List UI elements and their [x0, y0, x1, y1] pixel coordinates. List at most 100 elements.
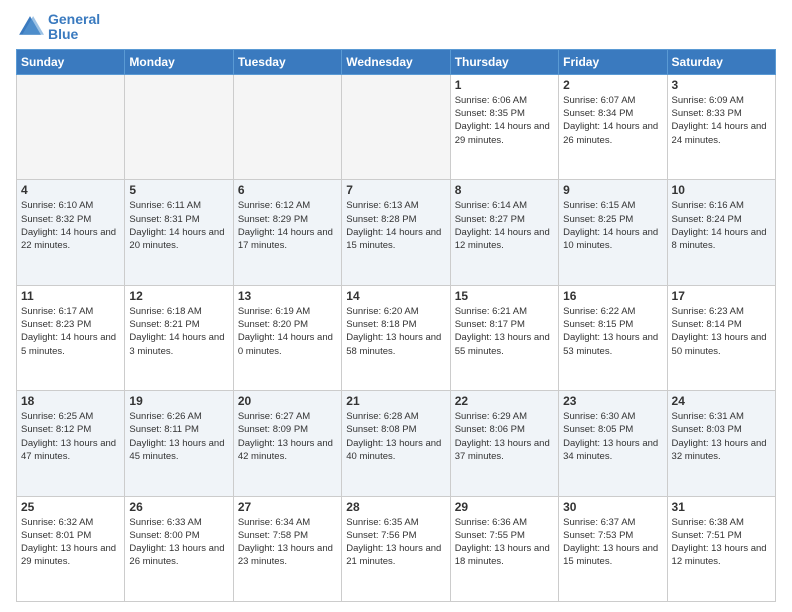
day-info: Sunrise: 6:12 AMSunset: 8:29 PMDaylight:… — [238, 199, 337, 252]
calendar-cell: 8Sunrise: 6:14 AMSunset: 8:27 PMDaylight… — [450, 180, 558, 285]
day-number: 18 — [21, 394, 120, 408]
day-info: Sunrise: 6:38 AMSunset: 7:51 PMDaylight:… — [672, 516, 771, 569]
day-number: 9 — [563, 183, 662, 197]
calendar-cell: 16Sunrise: 6:22 AMSunset: 8:15 PMDayligh… — [559, 285, 667, 390]
calendar-row: 18 Sunrise: 6:25 AMSunset: 8:12 PMDayligh… — [17, 391, 776, 496]
day-number: 7 — [346, 183, 445, 197]
calendar-cell: 30 Sunrise: 6:37 AMSunset: 7:53 PMDayligh… — [559, 496, 667, 601]
calendar-cell: 11Sunrise: 6:17 AMSunset: 8:23 PMDayligh… — [17, 285, 125, 390]
calendar-cell: 20 Sunrise: 6:27 AMSunset: 8:09 PMDayligh… — [233, 391, 341, 496]
day-number: 31 — [672, 500, 771, 514]
day-info: Sunrise: 6:26 AMSunset: 8:11 PMDaylight:… — [129, 410, 228, 463]
weekday-header: Monday — [125, 49, 233, 74]
weekday-header: Saturday — [667, 49, 775, 74]
day-info: Sunrise: 6:28 AMSunset: 8:08 PMDaylight:… — [346, 410, 445, 463]
day-info: Sunrise: 6:16 AMSunset: 8:24 PMDaylight:… — [672, 199, 771, 252]
weekday-header: Wednesday — [342, 49, 450, 74]
calendar-cell: 15 Sunrise: 6:21 AMSunset: 8:17 PMDayligh… — [450, 285, 558, 390]
day-info: Sunrise: 6:22 AMSunset: 8:15 PMDaylight:… — [563, 305, 662, 358]
weekday-header: Tuesday — [233, 49, 341, 74]
calendar-cell: 31 Sunrise: 6:38 AMSunset: 7:51 PMDayligh… — [667, 496, 775, 601]
page: General Blue SundayMondayTuesdayWednesda… — [0, 0, 792, 612]
calendar-cell: 14 Sunrise: 6:20 AMSunset: 8:18 PMDayligh… — [342, 285, 450, 390]
day-number: 19 — [129, 394, 228, 408]
logo-text: General Blue — [48, 12, 100, 43]
day-number: 4 — [21, 183, 120, 197]
calendar-cell: 25Sunrise: 6:32 AMSunset: 8:01 PMDayligh… — [17, 496, 125, 601]
day-number: 24 — [672, 394, 771, 408]
calendar-row: 4Sunrise: 6:10 AMSunset: 8:32 PMDaylight… — [17, 180, 776, 285]
day-info: Sunrise: 6:20 AMSunset: 8:18 PMDaylight:… — [346, 305, 445, 358]
day-number: 28 — [346, 500, 445, 514]
calendar-cell: 24Sunrise: 6:31 AMSunset: 8:03 PMDayligh… — [667, 391, 775, 496]
day-number: 30 — [563, 500, 662, 514]
day-info: Sunrise: 6:36 AMSunset: 7:55 PMDaylight:… — [455, 516, 554, 569]
calendar-cell: 6Sunrise: 6:12 AMSunset: 8:29 PMDaylight… — [233, 180, 341, 285]
day-info: Sunrise: 6:11 AMSunset: 8:31 PMDaylight:… — [129, 199, 228, 252]
day-info: Sunrise: 6:25 AMSunset: 8:12 PMDaylight:… — [21, 410, 120, 463]
calendar-cell: 22 Sunrise: 6:29 AMSunset: 8:06 PMDayligh… — [450, 391, 558, 496]
day-number: 10 — [672, 183, 771, 197]
day-info: Sunrise: 6:30 AMSunset: 8:05 PMDaylight:… — [563, 410, 662, 463]
day-info: Sunrise: 6:32 AMSunset: 8:01 PMDaylight:… — [21, 516, 120, 569]
day-number: 27 — [238, 500, 337, 514]
day-info: Sunrise: 6:09 AMSunset: 8:33 PMDaylight:… — [672, 94, 771, 147]
day-info: Sunrise: 6:18 AMSunset: 8:21 PMDaylight:… — [129, 305, 228, 358]
header: General Blue — [16, 12, 776, 43]
calendar-cell — [233, 74, 341, 179]
calendar-cell: 7 Sunrise: 6:13 AMSunset: 8:28 PMDaylight… — [342, 180, 450, 285]
day-info: Sunrise: 6:33 AMSunset: 8:00 PMDaylight:… — [129, 516, 228, 569]
day-info: Sunrise: 6:34 AMSunset: 7:58 PMDaylight:… — [238, 516, 337, 569]
calendar-header-row: SundayMondayTuesdayWednesdayThursdayFrid… — [17, 49, 776, 74]
day-info: Sunrise: 6:27 AMSunset: 8:09 PMDaylight:… — [238, 410, 337, 463]
day-number: 17 — [672, 289, 771, 303]
calendar-cell: 23 Sunrise: 6:30 AMSunset: 8:05 PMDayligh… — [559, 391, 667, 496]
day-number: 26 — [129, 500, 228, 514]
calendar-cell: 2 Sunrise: 6:07 AMSunset: 8:34 PMDaylight… — [559, 74, 667, 179]
day-info: Sunrise: 6:37 AMSunset: 7:53 PMDaylight:… — [563, 516, 662, 569]
day-info: Sunrise: 6:21 AMSunset: 8:17 PMDaylight:… — [455, 305, 554, 358]
logo-icon — [16, 13, 44, 41]
logo: General Blue — [16, 12, 100, 43]
day-info: Sunrise: 6:06 AMSunset: 8:35 PMDaylight:… — [455, 94, 554, 147]
calendar-row: 25Sunrise: 6:32 AMSunset: 8:01 PMDayligh… — [17, 496, 776, 601]
calendar-cell: 18 Sunrise: 6:25 AMSunset: 8:12 PMDayligh… — [17, 391, 125, 496]
calendar-cell: 26 Sunrise: 6:33 AMSunset: 8:00 PMDayligh… — [125, 496, 233, 601]
calendar-cell: 28Sunrise: 6:35 AMSunset: 7:56 PMDayligh… — [342, 496, 450, 601]
day-number: 15 — [455, 289, 554, 303]
calendar-cell: 13 Sunrise: 6:19 AMSunset: 8:20 PMDayligh… — [233, 285, 341, 390]
calendar-row: 11Sunrise: 6:17 AMSunset: 8:23 PMDayligh… — [17, 285, 776, 390]
weekday-header: Thursday — [450, 49, 558, 74]
calendar-cell: 10 Sunrise: 6:16 AMSunset: 8:24 PMDayligh… — [667, 180, 775, 285]
day-number: 20 — [238, 394, 337, 408]
day-number: 13 — [238, 289, 337, 303]
day-number: 22 — [455, 394, 554, 408]
calendar-cell: 9 Sunrise: 6:15 AMSunset: 8:25 PMDaylight… — [559, 180, 667, 285]
day-number: 11 — [21, 289, 120, 303]
day-number: 14 — [346, 289, 445, 303]
calendar-cell: 19 Sunrise: 6:26 AMSunset: 8:11 PMDayligh… — [125, 391, 233, 496]
day-info: Sunrise: 6:19 AMSunset: 8:20 PMDaylight:… — [238, 305, 337, 358]
calendar-cell: 17 Sunrise: 6:23 AMSunset: 8:14 PMDayligh… — [667, 285, 775, 390]
day-number: 21 — [346, 394, 445, 408]
day-number: 2 — [563, 78, 662, 92]
day-number: 12 — [129, 289, 228, 303]
calendar-cell — [125, 74, 233, 179]
day-info: Sunrise: 6:13 AMSunset: 8:28 PMDaylight:… — [346, 199, 445, 252]
calendar-cell: 3 Sunrise: 6:09 AMSunset: 8:33 PMDaylight… — [667, 74, 775, 179]
calendar-cell: 4Sunrise: 6:10 AMSunset: 8:32 PMDaylight… — [17, 180, 125, 285]
day-number: 23 — [563, 394, 662, 408]
weekday-header: Sunday — [17, 49, 125, 74]
day-number: 1 — [455, 78, 554, 92]
calendar-cell — [17, 74, 125, 179]
calendar-cell: 5Sunrise: 6:11 AMSunset: 8:31 PMDaylight… — [125, 180, 233, 285]
day-info: Sunrise: 6:07 AMSunset: 8:34 PMDaylight:… — [563, 94, 662, 147]
weekday-header: Friday — [559, 49, 667, 74]
day-info: Sunrise: 6:15 AMSunset: 8:25 PMDaylight:… — [563, 199, 662, 252]
calendar-cell: 21 Sunrise: 6:28 AMSunset: 8:08 PMDayligh… — [342, 391, 450, 496]
day-info: Sunrise: 6:29 AMSunset: 8:06 PMDaylight:… — [455, 410, 554, 463]
day-number: 8 — [455, 183, 554, 197]
day-info: Sunrise: 6:23 AMSunset: 8:14 PMDaylight:… — [672, 305, 771, 358]
day-number: 3 — [672, 78, 771, 92]
calendar-cell: 1 Sunrise: 6:06 AMSunset: 8:35 PMDaylight… — [450, 74, 558, 179]
